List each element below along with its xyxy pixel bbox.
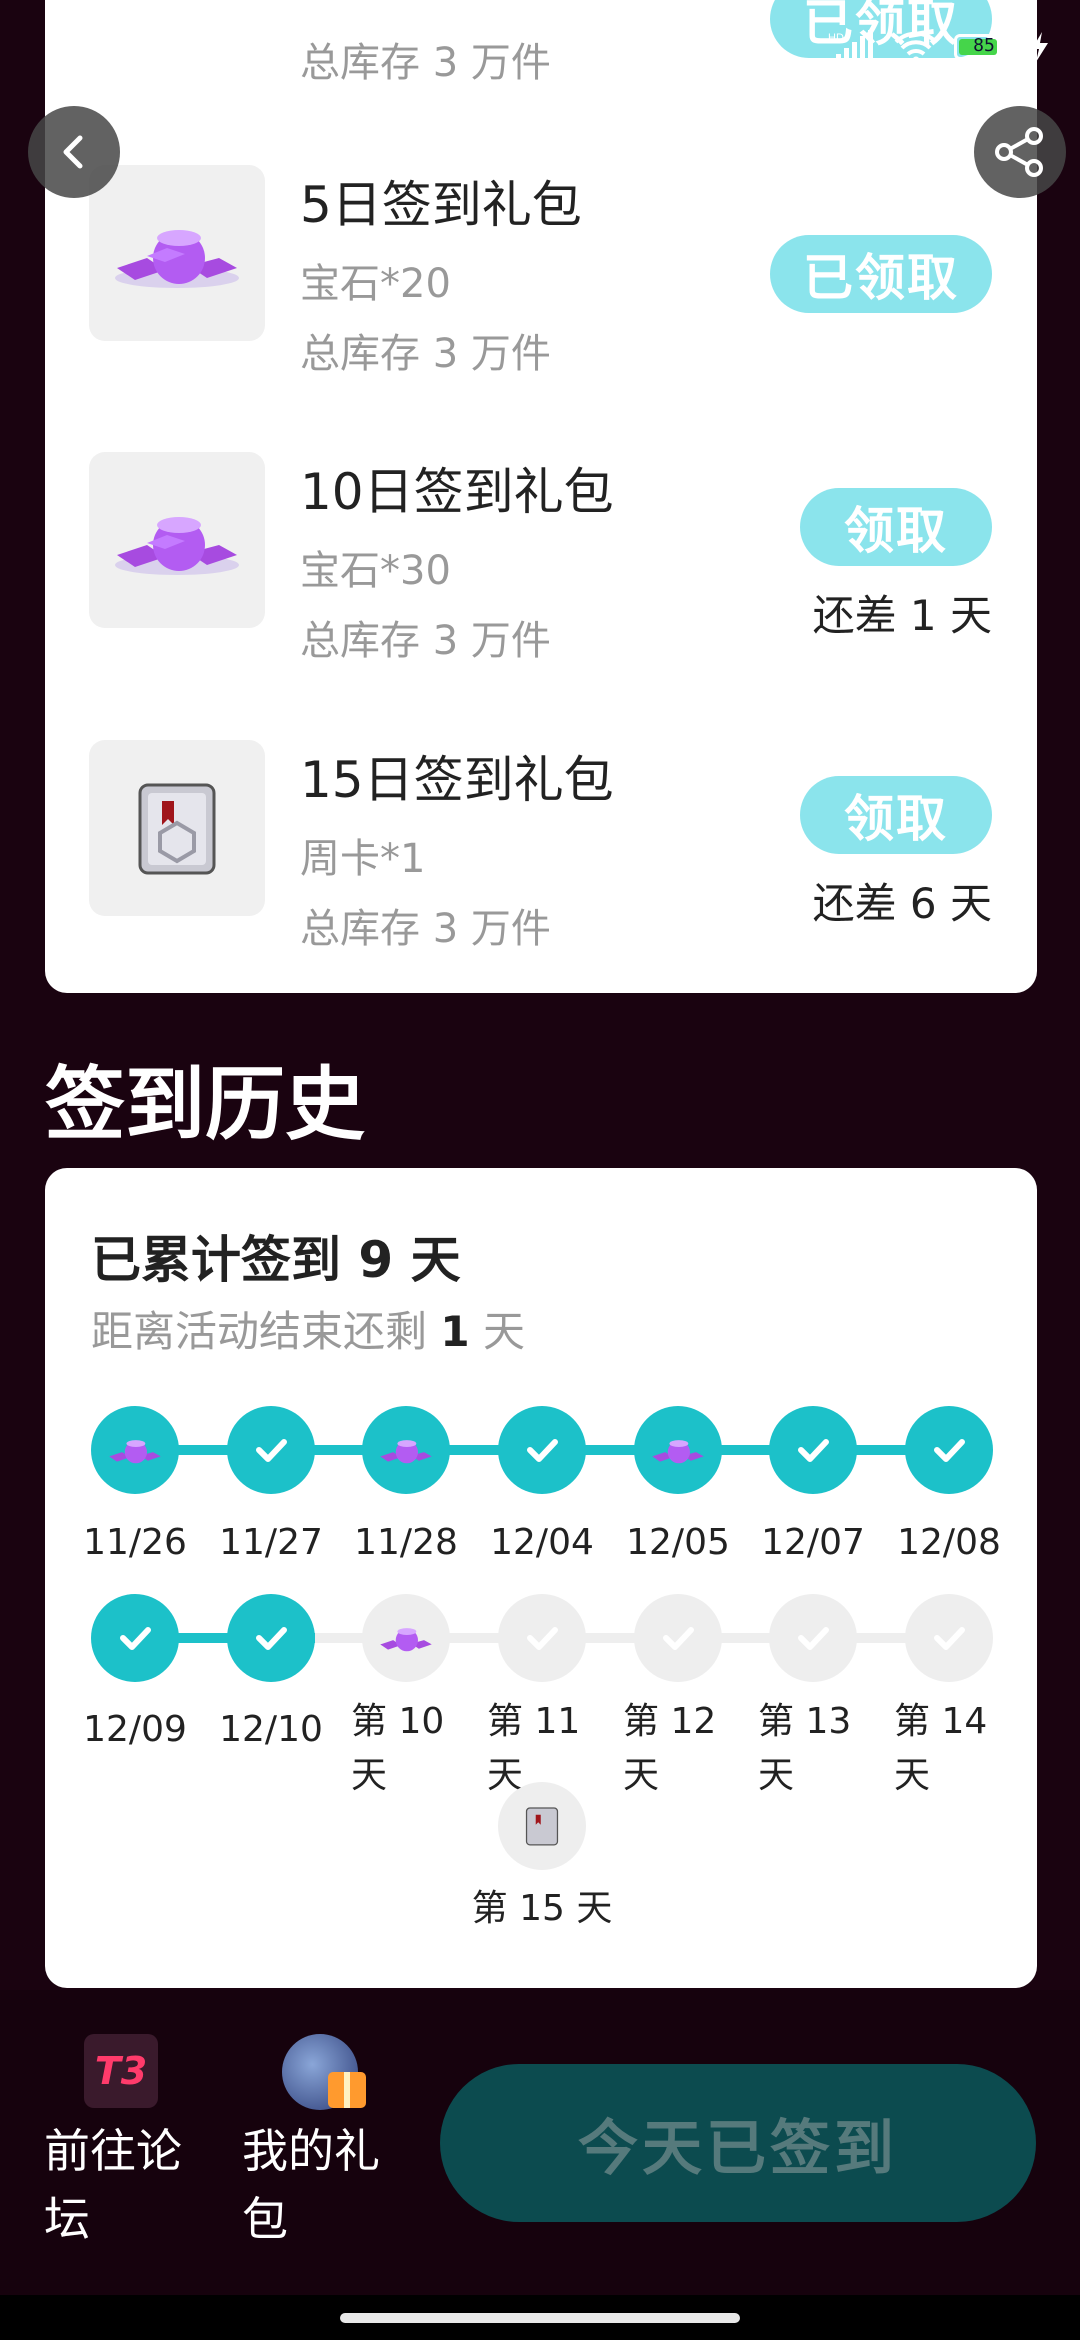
check-icon [256, 1439, 287, 1462]
gem-icon [380, 1628, 432, 1652]
my-gifts-link[interactable]: 我的礼包 [242, 2117, 392, 2253]
status-bar: 中午12:18 HD 85 [55, 22, 1050, 72]
bell-muted-icon [265, 33, 290, 61]
gift-row: 15日签到礼包 周卡*1 总库存 3 万件 领取 还差 6 天 [45, 740, 1037, 970]
chevron-left-icon [63, 135, 83, 169]
day-label: 第 13 天 [758, 1701, 852, 1796]
checkin-history-card: 已累计签到 9 天 距离活动结束还剩 1 天 11/26 11/27 11/28… [45, 1168, 1037, 1988]
signal-icon: HD [828, 30, 873, 64]
day-label: 第 14 天 [894, 1701, 988, 1796]
svg-text:HD: HD [828, 32, 844, 44]
gem-icon [109, 1440, 161, 1464]
reward-node [91, 1406, 179, 1494]
home-indicator[interactable] [340, 2313, 740, 2323]
days-remaining: 还差 1 天 [812, 591, 992, 640]
check-icon [120, 1627, 151, 1650]
claim-button[interactable]: 领取 [800, 488, 992, 566]
gift-stock: 总库存 3 万件 [300, 618, 551, 664]
check-node-pending [905, 1594, 993, 1682]
check-node [227, 1406, 315, 1494]
check-icon [256, 1627, 287, 1650]
gift-item: 宝石*20 [300, 261, 451, 307]
date-label: 12/05 [626, 1522, 730, 1563]
total-checkins: 已累计签到 9 天 [91, 1231, 461, 1289]
gift-title: 15日签到礼包 [300, 751, 614, 809]
date-label: 12/08 [897, 1522, 1001, 1563]
date-label: 12/07 [761, 1522, 865, 1563]
check-node [769, 1406, 857, 1494]
section-title: 签到历史 [45, 1058, 365, 1151]
gem-icon [380, 1440, 432, 1464]
signed-today-button[interactable]: 今天已签到 [440, 2064, 1036, 2222]
gem-icon [89, 165, 265, 341]
check-icon [798, 1439, 829, 1462]
check-icon [527, 1627, 558, 1650]
gem-icon [89, 452, 265, 628]
check-icon [798, 1627, 829, 1650]
gift-stock: 总库存 3 万件 [300, 331, 551, 377]
reward-node [634, 1406, 722, 1494]
days-remaining: 还差 6 天 [812, 879, 992, 928]
gift-item: 周卡*1 [300, 836, 426, 882]
forum-link[interactable]: 前往论坛 [44, 2117, 194, 2253]
check-node [905, 1406, 993, 1494]
charging-icon [1032, 32, 1048, 62]
check-node-pending [634, 1594, 722, 1682]
gift-title: 5日签到礼包 [300, 176, 582, 234]
date-label: 12/04 [490, 1522, 594, 1563]
check-node [227, 1594, 315, 1682]
gem-icon [652, 1440, 704, 1464]
reward-node-pending [362, 1594, 450, 1682]
date-label: 12/09 [83, 1709, 187, 1750]
reward-node [362, 1406, 450, 1494]
check-node-pending [769, 1594, 857, 1682]
moon-icon [218, 33, 247, 63]
battery-icon: 85 [954, 34, 1019, 60]
gift-row: 10日签到礼包 宝石*30 总库存 3 万件 领取 还差 1 天 [45, 452, 1037, 682]
back-button[interactable] [28, 106, 120, 198]
weekly-card-icon [89, 740, 265, 916]
claimed-button[interactable]: 已领取 [770, 235, 992, 313]
date-label: 12/10 [219, 1709, 323, 1750]
day-label: 第 10 天 [351, 1701, 445, 1796]
date-label: 11/28 [354, 1522, 458, 1563]
forum-logo-icon[interactable]: T3 [84, 2034, 158, 2108]
gift-row: 5日签到礼包 宝石*20 总库存 3 万件 已领取 [45, 165, 1037, 395]
claim-button[interactable]: 领取 [800, 776, 992, 854]
gift-box-icon [328, 2072, 366, 2108]
check-icon [934, 1439, 965, 1462]
wifi-icon [894, 31, 938, 64]
day-label: 第 15 天 [471, 1888, 613, 1929]
check-node-pending [498, 1594, 586, 1682]
status-time: 中午12:18 [55, 33, 202, 68]
check-icon [934, 1627, 965, 1650]
date-label: 11/26 [83, 1522, 187, 1563]
event-ends-text: 距离活动结束还剩 1 天 [91, 1307, 525, 1356]
check-icon [663, 1627, 694, 1650]
gift-stock: 总库存 3 万件 [300, 906, 551, 952]
gift-title: 10日签到礼包 [300, 463, 614, 521]
date-label: 11/27 [219, 1522, 323, 1563]
day-label: 第 12 天 [623, 1701, 717, 1796]
share-icon [995, 127, 1043, 177]
check-node [498, 1406, 586, 1494]
check-icon [527, 1439, 558, 1462]
share-button[interactable] [974, 106, 1066, 198]
gift-item: 宝石*30 [300, 548, 451, 594]
check-node [91, 1594, 179, 1682]
weekly-card-icon [525, 1807, 559, 1846]
final-reward-node [498, 1782, 586, 1870]
